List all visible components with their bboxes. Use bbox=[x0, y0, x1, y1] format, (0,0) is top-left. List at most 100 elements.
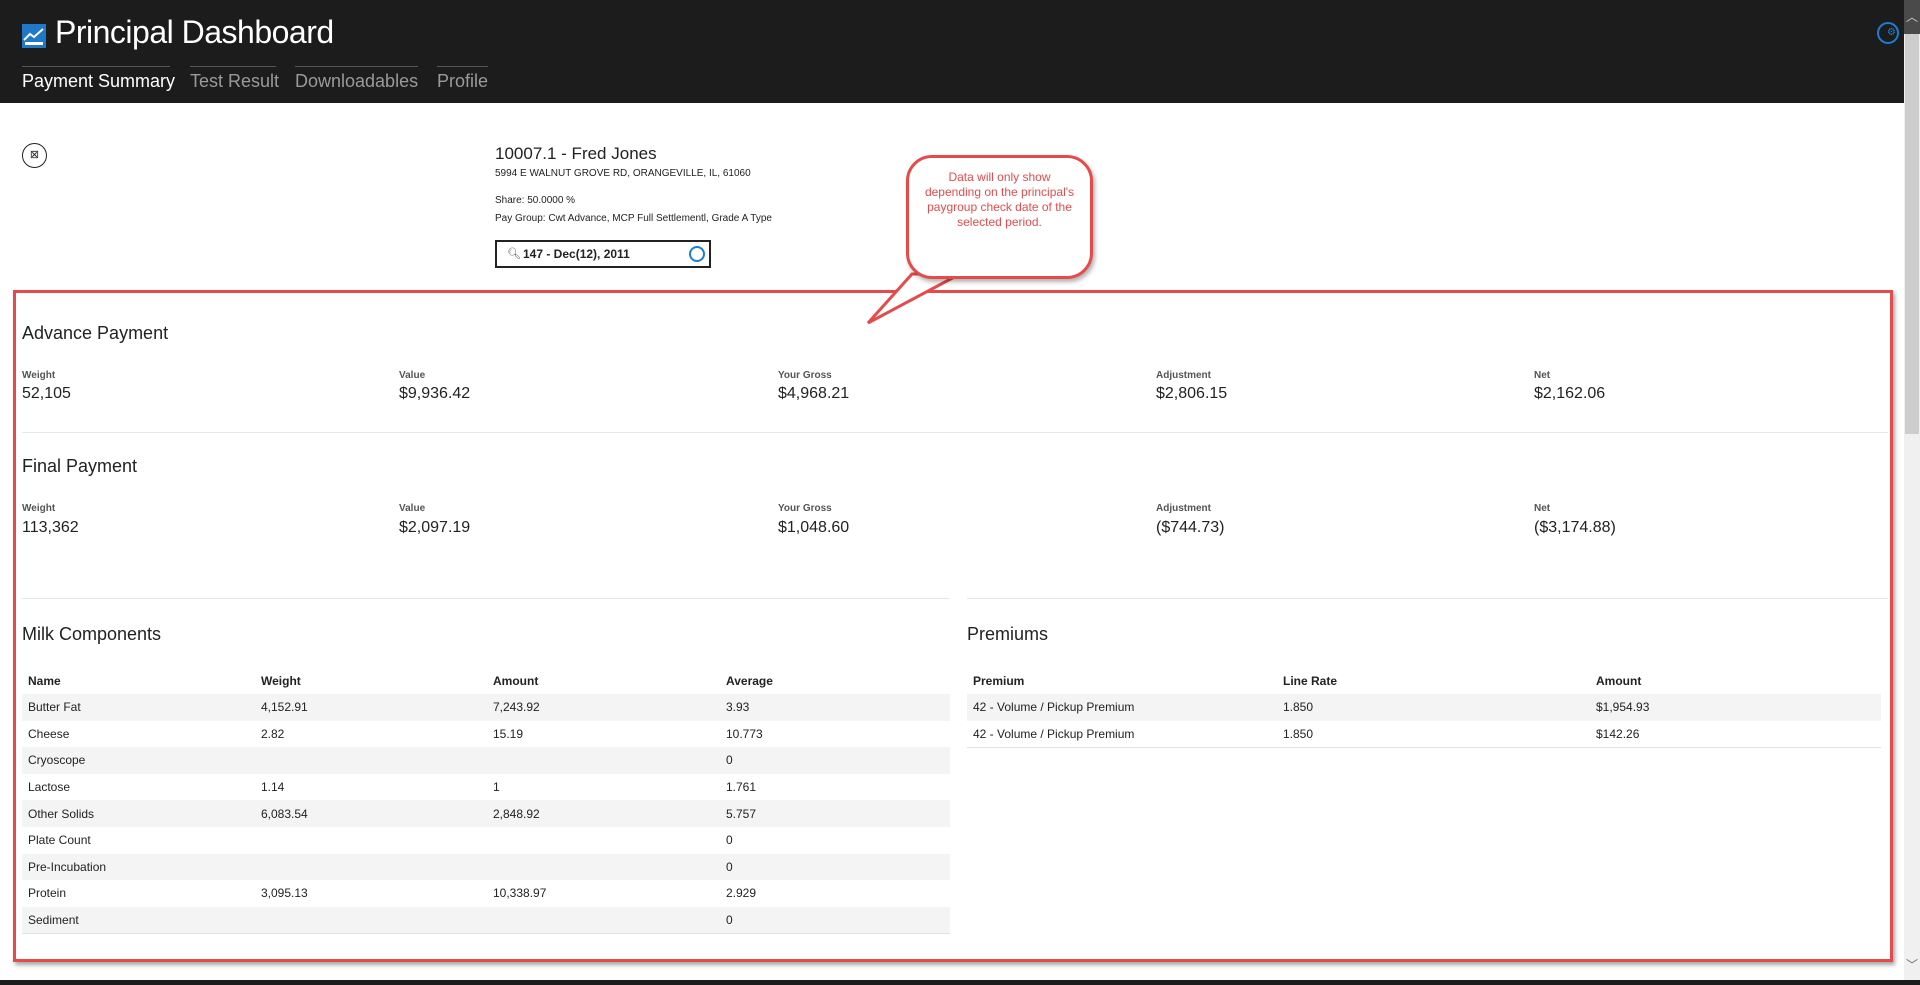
table-cell: 2.82 bbox=[261, 726, 285, 741]
advance-weight-label: Weight bbox=[22, 370, 56, 381]
table-cell: Cryoscope bbox=[22, 747, 255, 774]
table-cell bbox=[487, 827, 720, 854]
table-cell bbox=[255, 853, 487, 881]
table-cell: 6,083.54 bbox=[255, 800, 487, 827]
table-cell: 42 - Volume / Pickup Premium bbox=[967, 720, 1277, 748]
table-cell: $1,954.93 bbox=[1590, 694, 1881, 721]
final-gross-value: $1,048.60 bbox=[778, 519, 850, 536]
table-cell bbox=[487, 853, 720, 881]
customer-name: 10007.1 - Fred Jones bbox=[495, 144, 657, 163]
table-row: Lactose 1.14 1 1.761 bbox=[22, 774, 950, 801]
table-cell: Other Solids bbox=[22, 800, 255, 827]
scroll-down-icon[interactable]: ﹀ bbox=[1904, 950, 1920, 980]
premiums-title: Premiums bbox=[967, 624, 1049, 644]
advance-gross-value: $4,968.21 bbox=[778, 385, 850, 402]
table-cell: Sediment bbox=[22, 906, 255, 934]
table-cell bbox=[255, 906, 487, 934]
bottom-bar bbox=[0, 980, 1920, 985]
final-gross-label: Your Gross bbox=[778, 503, 832, 514]
table-cell bbox=[255, 827, 487, 854]
customer-address: 5994 E WALNUT GROVE RD, ORANGEVILLE, IL,… bbox=[495, 168, 751, 179]
table-cell: 1 bbox=[493, 780, 500, 795]
final-adjustment-value: ($744.73) bbox=[1156, 519, 1225, 536]
final-net-value: ($3,174.88) bbox=[1534, 519, 1616, 536]
advance-gross-label: Your Gross bbox=[778, 370, 832, 381]
column-header: Premium bbox=[973, 673, 1025, 688]
final-payment-title: Final Payment bbox=[22, 456, 138, 476]
final-weight-label: Weight bbox=[22, 503, 56, 514]
table-cell: 42 - Volume / Pickup Premium bbox=[967, 694, 1277, 721]
loading-ring-icon bbox=[689, 246, 705, 262]
column-header: Amount bbox=[493, 673, 539, 688]
advance-adjustment-value: $2,806.15 bbox=[1156, 385, 1228, 402]
table-cell bbox=[255, 747, 487, 774]
table-cell: 3.93 bbox=[720, 694, 950, 721]
column-header: Average bbox=[726, 673, 773, 688]
table-row: Other Solids 6,083.54 2,848.92 5.757 bbox=[22, 800, 950, 827]
search-icon: 🔍︎ bbox=[507, 248, 521, 260]
table-row: Cryoscope 0 bbox=[22, 747, 950, 774]
table-cell: 0 bbox=[720, 906, 950, 934]
table-cell: 2.929 bbox=[726, 886, 757, 901]
tab-payment-summary[interactable]: Payment Summary bbox=[22, 66, 175, 96]
settings-icon[interactable]: ⚙ bbox=[1877, 22, 1899, 44]
table-row: 42 - Volume / Pickup Premium 1.850 $142.26 bbox=[967, 720, 1881, 748]
table-cell: Pre-Incubation bbox=[22, 853, 255, 881]
final-adjustment-label: Adjustment bbox=[1156, 503, 1211, 514]
table-cell: 10,338.97 bbox=[493, 886, 547, 901]
table-cell: 0 bbox=[726, 833, 733, 848]
table-header-row: Premium Line Rate Amount bbox=[967, 667, 1881, 694]
table-cell bbox=[487, 906, 720, 934]
table-cell: 7,243.92 bbox=[487, 694, 720, 721]
table-row: Sediment 0 bbox=[22, 906, 950, 934]
milk-components-title: Milk Components bbox=[22, 624, 162, 644]
final-value-value: $2,097.19 bbox=[399, 519, 471, 536]
chart-logo-icon bbox=[22, 24, 46, 48]
table-cell: 1.850 bbox=[1277, 694, 1590, 721]
final-value-label: Value bbox=[399, 503, 426, 514]
table-row: Butter Fat 4,152.91 7,243.92 3.93 bbox=[22, 694, 950, 721]
advance-value-label: Value bbox=[399, 370, 426, 381]
column-header: Weight bbox=[261, 673, 301, 688]
column-header: Name bbox=[28, 673, 61, 688]
period-value: 147 - Dec(12), 2011 bbox=[523, 247, 630, 261]
tab-downloadables[interactable]: Downloadables bbox=[295, 66, 418, 96]
table-cell: Plate Count bbox=[28, 833, 91, 848]
final-weight-value: 113,362 bbox=[22, 519, 79, 536]
table-cell: Cheese bbox=[28, 726, 70, 741]
final-net-label: Net bbox=[1534, 503, 1551, 514]
milk-components-table: Name Weight Amount Average Butter Fat 4,1… bbox=[22, 667, 950, 934]
annotation-callout: Data will only show depending on the pri… bbox=[906, 155, 1093, 279]
advance-payment-title: Advance Payment bbox=[22, 323, 169, 343]
table-cell: 10.773 bbox=[726, 726, 763, 741]
table-cell: 1.14 bbox=[261, 780, 285, 795]
table-cell bbox=[487, 747, 720, 774]
advance-weight-value: 52,105 bbox=[22, 385, 71, 402]
tab-test-result[interactable]: Test Result bbox=[190, 66, 279, 96]
profile-photo-icon[interactable]: ⊠ bbox=[22, 143, 47, 168]
table-cell: 0 bbox=[720, 853, 950, 881]
table-cell: Protein bbox=[28, 886, 67, 901]
table-header-row: Name Weight Amount Average bbox=[22, 667, 950, 694]
divider bbox=[967, 598, 1888, 599]
divider bbox=[22, 432, 1888, 433]
table-cell: Butter Fat bbox=[22, 694, 255, 721]
scroll-up-icon[interactable]: ︿ bbox=[1904, 0, 1920, 34]
table-cell: 3,095.13 bbox=[261, 886, 308, 901]
table-cell: 15.19 bbox=[493, 726, 524, 741]
scroll-thumb[interactable] bbox=[1905, 34, 1919, 434]
table-row: Pre-Incubation 0 bbox=[22, 853, 950, 881]
table-cell: 2,848.92 bbox=[487, 800, 720, 827]
table-cell: 1.761 bbox=[726, 780, 757, 795]
table-cell: 4,152.91 bbox=[255, 694, 487, 721]
divider bbox=[22, 598, 950, 599]
advance-net-value: $2,162.06 bbox=[1534, 385, 1606, 402]
advance-net-label: Net bbox=[1534, 370, 1551, 381]
tab-profile[interactable]: Profile bbox=[437, 66, 488, 96]
premiums-table: Premium Line Rate Amount 42 - Volume / P… bbox=[967, 667, 1881, 748]
advance-adjustment-label: Adjustment bbox=[1156, 370, 1211, 381]
table-cell: 5.757 bbox=[720, 800, 950, 827]
customer-pay-group: Pay Group: Cwt Advance, MCP Full Settlem… bbox=[495, 213, 772, 224]
table-cell: 0 bbox=[720, 747, 950, 774]
period-search-input[interactable]: 🔍︎ 147 - Dec(12), 2011 bbox=[495, 240, 711, 268]
